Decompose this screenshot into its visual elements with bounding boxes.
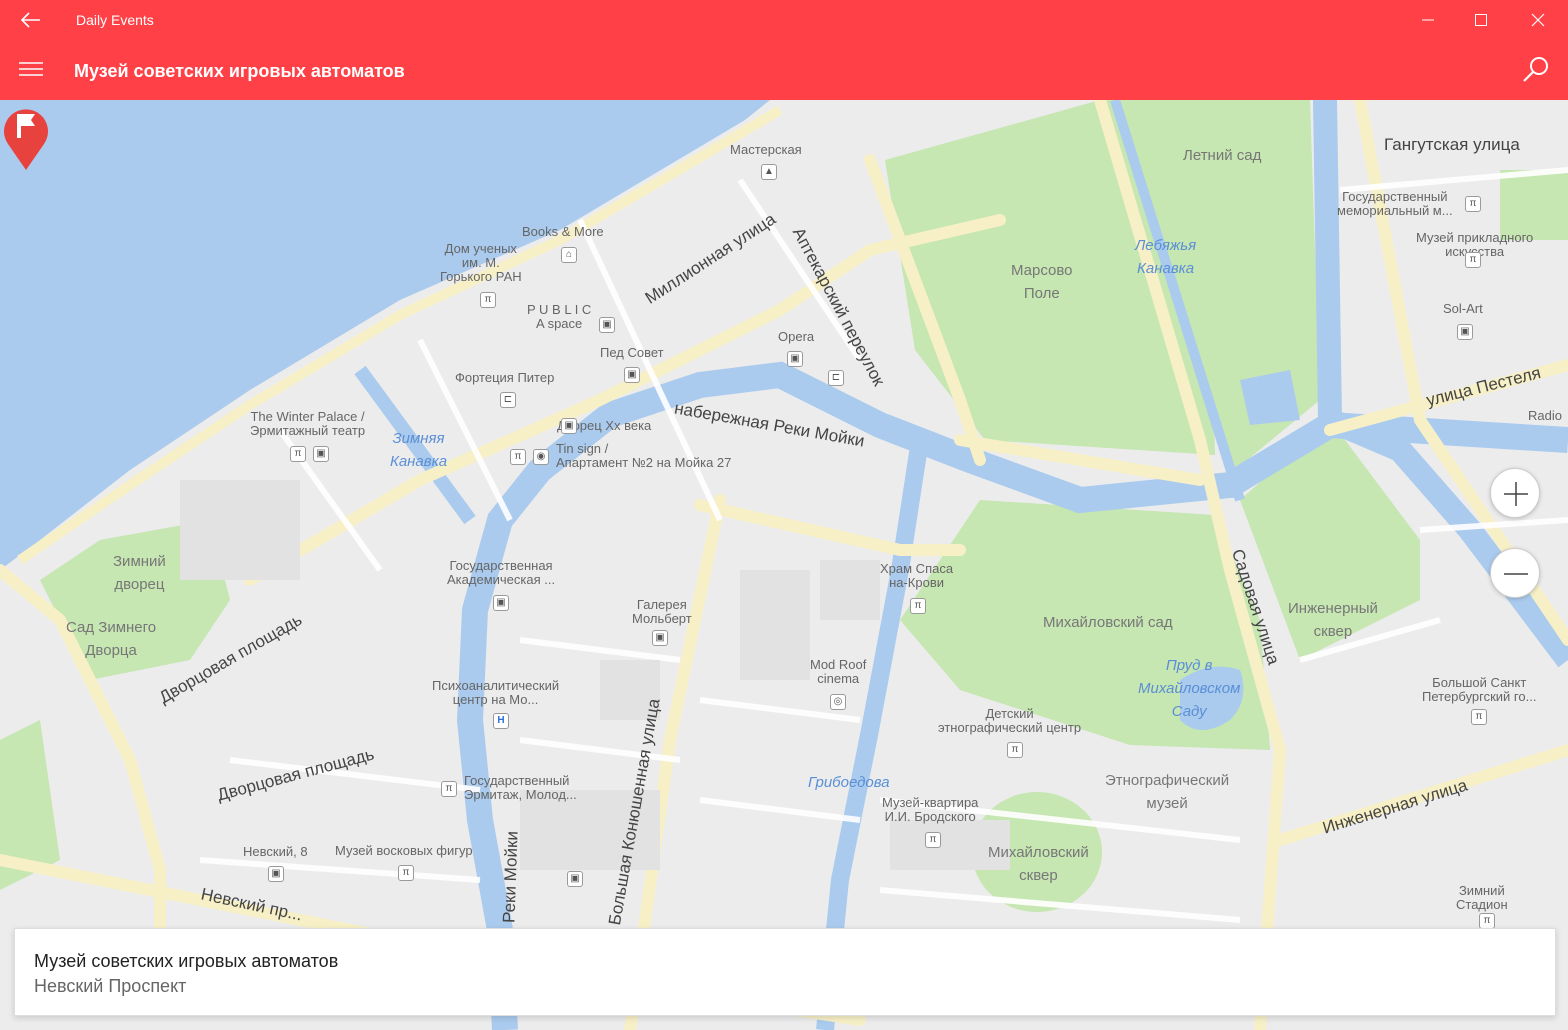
street-reki-moiki: Реки Мойки: [499, 830, 522, 924]
camera-icon[interactable]: ◉: [533, 449, 549, 465]
label-memorial: Государственный мемориальный м...: [1337, 189, 1453, 218]
theatre-icon[interactable]: π: [1479, 913, 1495, 929]
app-title: Daily Events: [76, 12, 154, 28]
theatre-icon[interactable]: π: [510, 449, 526, 465]
page-title: Музей советских игровых автоматов: [74, 61, 405, 81]
event-info-card[interactable]: Музей советских игровых автоматов Невски…: [14, 928, 1556, 1016]
street-gangutskaya: Гангутская улица: [1384, 135, 1520, 154]
minus-icon: [1504, 573, 1528, 575]
label-wax-museum: Музей восковых фигур: [335, 843, 473, 858]
museum-icon[interactable]: ▣: [561, 418, 577, 434]
label-tin-sign: Tin sign / Апартамент №2 на Мойка 27: [556, 441, 732, 470]
hamburger-menu-icon[interactable]: [18, 58, 44, 80]
label-zimny-dvorec: Зимний дворец: [113, 553, 166, 593]
label-radio: Radio: [1528, 408, 1562, 423]
label-ped-sovet: Пед Совет: [600, 345, 664, 360]
label-lebyazhya: Лебяжья Канавка: [1135, 237, 1197, 277]
hotel-icon[interactable]: ⊏: [828, 370, 844, 386]
theatre-icon[interactable]: π: [1465, 196, 1481, 212]
event-location: Невский Проспект: [34, 976, 187, 996]
label-sol-art: Sol-Art: [1443, 301, 1483, 316]
plus-icon: [1504, 482, 1528, 506]
theatre-icon[interactable]: π: [1465, 252, 1481, 268]
museum-icon[interactable]: ▣: [493, 595, 509, 611]
label-mihailovsky-sad: Михайловский сад: [1043, 614, 1173, 631]
title-bar: Daily Events: [0, 0, 1568, 40]
label-letny-sad: Летний сад: [1183, 147, 1262, 164]
label-sad-zimnego: Сад Зимнего Дворца: [66, 619, 157, 659]
label-akademicheskaya: Государственная Академическая ...: [447, 558, 556, 587]
museum-icon[interactable]: ▣: [652, 630, 668, 646]
museum-icon[interactable]: ▣: [787, 351, 803, 367]
label-psychoanalytic: Психоаналитический центр на Мо...: [432, 678, 560, 707]
label-zimny-stadion: Зимний Стадион: [1456, 883, 1508, 912]
hospital-icon[interactable]: H: [493, 713, 509, 729]
theatre-icon[interactable]: π: [910, 598, 926, 614]
label-mihailovsky-skver: Михайловский сквер: [988, 844, 1089, 884]
label-nevsky-8: Невский, 8: [243, 844, 308, 859]
label-zimnyaya: Зимняя Канавка: [390, 430, 448, 470]
label-ingenerny-skver: Инженерный сквер: [1288, 600, 1378, 640]
label-fortecia: Фортеция Питер: [455, 370, 555, 385]
theatre-icon[interactable]: π: [1007, 742, 1023, 758]
theatre-icon[interactable]: π: [1471, 709, 1487, 725]
label-griboedova: Грибоедова: [808, 774, 890, 791]
maximize-icon[interactable]: [1463, 6, 1499, 34]
app-bar: Музей советских игровых автоматов: [0, 40, 1568, 100]
theatre-icon[interactable]: π: [480, 292, 496, 308]
theatre-icon[interactable]: π: [441, 781, 457, 797]
event-pin-flag-icon[interactable]: [0, 100, 52, 172]
label-masterskaya: Мастерская: [730, 142, 802, 157]
shop-icon[interactable]: ⌂: [561, 247, 577, 263]
label-brodsky: Музей-квартира И.И. Бродского: [882, 795, 979, 824]
museum-icon[interactable]: ▣: [313, 446, 329, 462]
label-dom-uchenyh: Дом ученых им. М. Горького РАН: [440, 241, 522, 284]
label-opera: Opera: [778, 329, 815, 344]
hotel-icon[interactable]: ⊏: [500, 392, 516, 408]
zoom-in-button[interactable]: [1490, 468, 1540, 518]
theatre-icon[interactable]: π: [398, 865, 414, 881]
label-public-space: P U B L I C A space: [527, 302, 592, 331]
label-kids-ethno: Детский этнографический центр: [938, 706, 1082, 735]
museum-icon[interactable]: ▣: [567, 871, 583, 887]
event-title: Музей советских игровых автоматов: [34, 951, 339, 971]
museum-icon[interactable]: ▣: [1457, 324, 1473, 340]
map-view[interactable]: Мастерская Books & More Дом ученых им. М…: [0, 100, 1568, 1030]
label-galereya: Галерея Мольберт: [632, 597, 692, 626]
label-mod-roof: Mod Roof cinema: [810, 657, 867, 686]
label-books-more: Books & More: [522, 224, 604, 239]
label-bolshoi-circus: Большой Санкт Петербургский го...: [1422, 675, 1537, 704]
label-hram: Храм Спаса на-Крови: [880, 561, 954, 590]
search-icon[interactable]: [1520, 54, 1552, 86]
theatre-icon[interactable]: π: [925, 832, 941, 848]
museum-icon[interactable]: ▣: [599, 317, 615, 333]
school-icon[interactable]: ▲: [761, 164, 777, 180]
theatre-icon[interactable]: π: [290, 446, 306, 462]
label-ethno-museum: Этнографический музей: [1105, 772, 1230, 812]
cinema-icon[interactable]: ◎: [830, 694, 846, 710]
label-marsovo-pole: Марсово Поле: [1011, 262, 1073, 302]
label-winter-palace-theatre: The Winter Palace / Эрмитажный театр: [250, 409, 366, 438]
label-prud: Пруд в Михайловском Саду: [1138, 657, 1241, 720]
label-hermitage: Государственный Эрмитаж, Молод...: [464, 773, 577, 802]
close-icon[interactable]: [1520, 6, 1556, 34]
minimize-icon[interactable]: [1410, 6, 1446, 34]
zoom-out-button[interactable]: [1490, 548, 1540, 598]
museum-icon[interactable]: ▣: [624, 367, 640, 383]
museum-icon[interactable]: ▣: [268, 866, 284, 882]
back-arrow-icon[interactable]: [18, 8, 44, 32]
